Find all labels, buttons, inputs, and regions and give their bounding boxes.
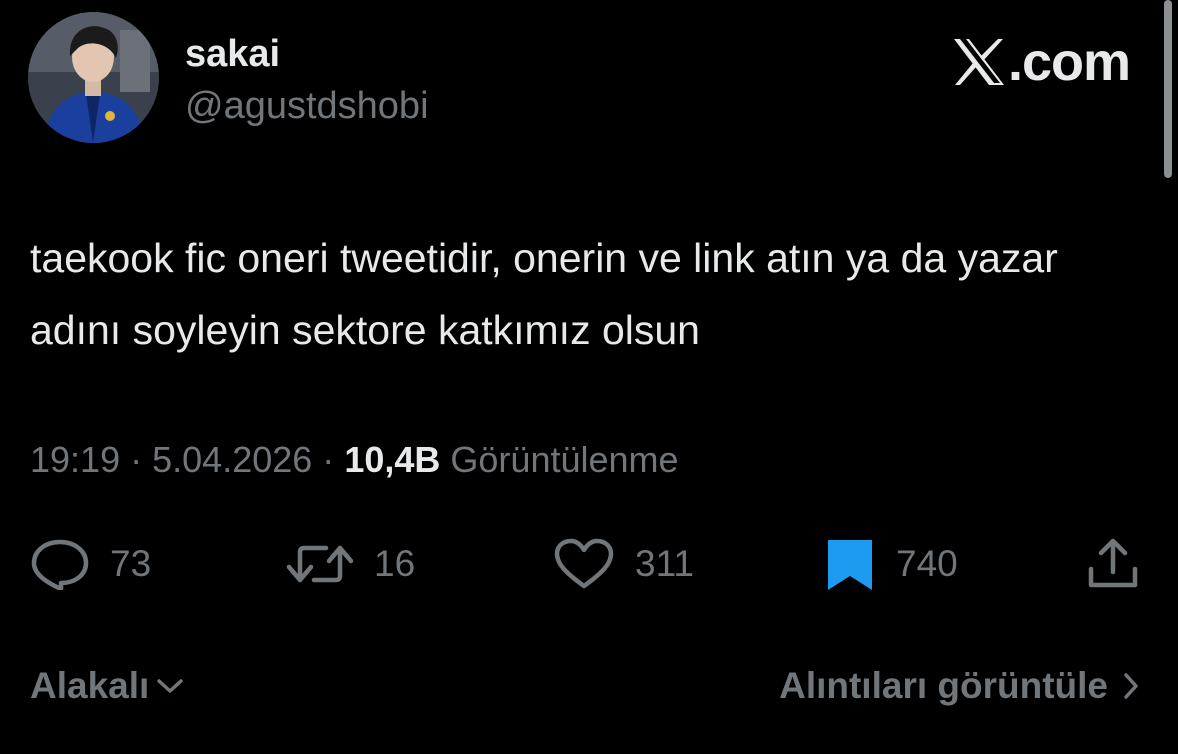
repost-button[interactable]: 16: [286, 534, 415, 594]
chevron-right-icon: [1122, 671, 1140, 701]
bookmark-icon: [824, 536, 876, 592]
meta-separator: ·: [322, 439, 335, 480]
bookmark-count: 740: [896, 543, 958, 584]
sort-dropdown[interactable]: Alakalı: [30, 662, 185, 710]
views-count: 10,4B: [344, 439, 441, 480]
heart-icon: [553, 537, 615, 591]
like-count: 311: [635, 543, 694, 584]
share-button[interactable]: [1085, 534, 1141, 594]
reply-button[interactable]: 73: [30, 534, 151, 594]
meta-separator: ·: [130, 439, 143, 480]
repost-count: 16: [374, 543, 416, 584]
views-label: Görüntülenme: [450, 439, 679, 480]
x-logo-icon: [952, 37, 1006, 87]
author-display-name[interactable]: sakai: [185, 32, 280, 76]
tweet-text: taekook fic oneri tweetidir, onerin ve l…: [30, 235, 1058, 353]
reply-count: 73: [110, 543, 152, 584]
share-icon: [1085, 537, 1141, 591]
brand-text: .com: [1007, 32, 1131, 92]
avatar[interactable]: [28, 12, 159, 143]
tweet-date[interactable]: 5.04.2026: [152, 439, 312, 480]
tweet-time[interactable]: 19:19: [30, 439, 120, 480]
like-button[interactable]: 311: [553, 534, 694, 594]
avatar-photo: [28, 12, 159, 143]
view-quotes-label: Alıntıları görüntüle: [779, 665, 1108, 706]
bookmark-button[interactable]: 740: [824, 534, 958, 594]
reply-icon: [30, 538, 90, 590]
scrollbar[interactable]: [1164, 0, 1172, 178]
brand-watermark: .com: [952, 32, 1131, 92]
repost-icon: [286, 538, 354, 590]
tweet-meta: 19:19 · 5.04.2026 · 10,4B Görüntülenme: [30, 438, 679, 482]
view-quotes-link[interactable]: Alıntıları görüntüle: [779, 662, 1140, 710]
chevron-down-icon: [155, 676, 185, 696]
author-handle[interactable]: @agustdshobi: [185, 84, 429, 128]
sort-label: Alakalı: [30, 665, 150, 706]
